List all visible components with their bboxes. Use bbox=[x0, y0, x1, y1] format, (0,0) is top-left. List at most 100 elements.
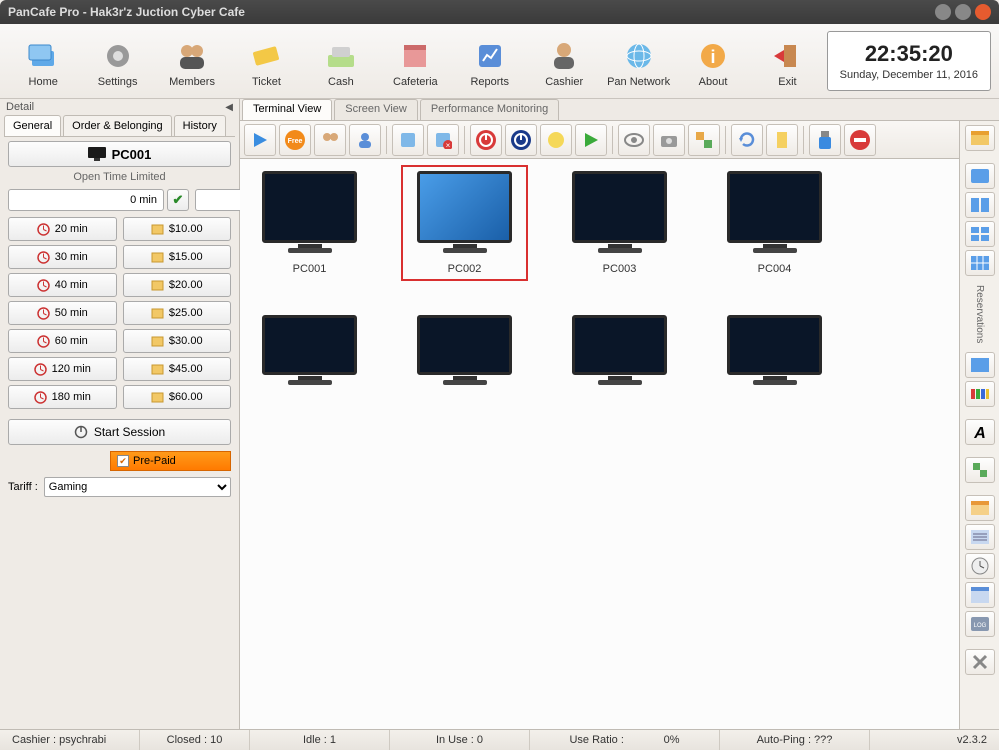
refresh-button[interactable] bbox=[731, 124, 763, 156]
preset-30min[interactable]: 30 min bbox=[8, 245, 117, 269]
free-button[interactable]: Free bbox=[279, 124, 311, 156]
svg-text:A: A bbox=[973, 425, 986, 441]
terminal-slot5[interactable] bbox=[407, 315, 522, 385]
status-inuse: In Use : 0 bbox=[390, 730, 530, 750]
status-ping: Auto-Ping : ??? bbox=[720, 730, 870, 750]
toolbar-about[interactable]: iAbout bbox=[678, 34, 748, 88]
side-log[interactable]: LOG bbox=[965, 611, 995, 637]
svg-text:×: × bbox=[446, 141, 451, 149]
users-button[interactable] bbox=[314, 124, 346, 156]
terminal-PC004[interactable]: PC004 bbox=[717, 171, 832, 275]
status-closed: Closed : 10 bbox=[140, 730, 250, 750]
preset-20min[interactable]: 20 min bbox=[8, 217, 117, 241]
usb-button[interactable] bbox=[809, 124, 841, 156]
gear-icon bbox=[100, 38, 136, 74]
minimize-button[interactable] bbox=[935, 4, 951, 20]
preset-10[interactable]: $10.00 bbox=[123, 217, 232, 241]
terminal-PC003[interactable]: PC003 bbox=[562, 171, 677, 275]
preset-180min[interactable]: 180 min bbox=[8, 385, 117, 409]
side-calendar[interactable] bbox=[965, 582, 995, 608]
detail-panel: Detail◀ General Order & Belonging Histor… bbox=[0, 99, 240, 729]
side-layout[interactable] bbox=[965, 125, 995, 151]
tab-order-belonging[interactable]: Order & Belonging bbox=[63, 115, 172, 136]
side-view4[interactable] bbox=[965, 250, 995, 276]
preset-120min[interactable]: 120 min bbox=[8, 357, 117, 381]
preset-60min[interactable]: 60 min bbox=[8, 329, 117, 353]
screenshot-button[interactable] bbox=[653, 124, 685, 156]
side-palette[interactable] bbox=[965, 381, 995, 407]
stop-button[interactable] bbox=[844, 124, 876, 156]
side-view2[interactable] bbox=[965, 192, 995, 218]
terminal-slot7[interactable] bbox=[717, 315, 832, 385]
clock-date: Sunday, December 11, 2016 bbox=[840, 69, 978, 81]
terminal-PC001[interactable]: PC001 bbox=[252, 171, 367, 275]
preset-50min[interactable]: 50 min bbox=[8, 301, 117, 325]
info-icon: i bbox=[695, 38, 731, 74]
home-icon bbox=[25, 38, 61, 74]
transfer-button[interactable] bbox=[688, 124, 720, 156]
cash-icon bbox=[323, 38, 359, 74]
run-button[interactable] bbox=[575, 124, 607, 156]
svg-text:Free: Free bbox=[288, 138, 303, 145]
tab-general[interactable]: General bbox=[4, 115, 61, 136]
restart-button[interactable] bbox=[505, 124, 537, 156]
selected-pc-header[interactable]: PC001 bbox=[8, 141, 231, 167]
preset-20[interactable]: $20.00 bbox=[123, 273, 232, 297]
tab-terminal-view[interactable]: Terminal View bbox=[242, 99, 332, 120]
clock-time: 22:35:20 bbox=[865, 41, 953, 67]
toolbar-settings[interactable]: Settings bbox=[82, 34, 152, 88]
tab-history[interactable]: History bbox=[174, 115, 226, 136]
tab-performance[interactable]: Performance Monitoring bbox=[420, 99, 559, 120]
side-font[interactable]: A bbox=[965, 419, 995, 445]
side-clock[interactable] bbox=[965, 553, 995, 579]
side-view3[interactable] bbox=[965, 221, 995, 247]
side-arrange[interactable] bbox=[965, 457, 995, 483]
blank-button[interactable] bbox=[392, 124, 424, 156]
members-icon bbox=[174, 38, 210, 74]
reservations-label[interactable]: Reservations bbox=[974, 285, 985, 343]
side-list[interactable] bbox=[965, 524, 995, 550]
play-button[interactable] bbox=[244, 124, 276, 156]
bookmark-button[interactable] bbox=[766, 124, 798, 156]
right-sidebar: Reservations A LOG bbox=[959, 121, 999, 729]
toolbar-exit[interactable]: Exit bbox=[752, 34, 822, 88]
tab-screen-view[interactable]: Screen View bbox=[334, 99, 418, 120]
shutdown-button[interactable] bbox=[470, 124, 502, 156]
closeblock-button[interactable]: × bbox=[427, 124, 459, 156]
preset-15[interactable]: $15.00 bbox=[123, 245, 232, 269]
side-view1[interactable] bbox=[965, 163, 995, 189]
view-button[interactable] bbox=[618, 124, 650, 156]
tariff-select[interactable]: Gaming bbox=[44, 477, 231, 497]
side-window[interactable] bbox=[965, 495, 995, 521]
toolbar-pan-network[interactable]: Pan Network bbox=[603, 34, 673, 88]
collapse-icon[interactable]: ◀ bbox=[225, 102, 233, 113]
toolbar-cashier[interactable]: Cashier bbox=[529, 34, 599, 88]
toolbar-ticket[interactable]: Ticket bbox=[231, 34, 301, 88]
toolbar-cash[interactable]: Cash bbox=[306, 34, 376, 88]
toolbar-members[interactable]: Members bbox=[157, 34, 227, 88]
preset-60[interactable]: $60.00 bbox=[123, 385, 232, 409]
start-session-button[interactable]: Start Session bbox=[8, 419, 231, 445]
terminal-PC002[interactable]: PC002 bbox=[407, 171, 522, 275]
preset-25[interactable]: $25.00 bbox=[123, 301, 232, 325]
toolbar-cafeteria[interactable]: Cafeteria bbox=[380, 34, 450, 88]
terminal-toolbar: Free × bbox=[240, 121, 959, 159]
terminal-slot6[interactable] bbox=[562, 315, 677, 385]
terminal-slot4[interactable] bbox=[252, 315, 367, 385]
minutes-input[interactable] bbox=[8, 189, 164, 211]
preset-30[interactable]: $30.00 bbox=[123, 329, 232, 353]
user-button[interactable] bbox=[349, 124, 381, 156]
side-view5[interactable] bbox=[965, 352, 995, 378]
prepaid-toggle[interactable]: ✔Pre-Paid bbox=[110, 451, 231, 471]
wakeup-button[interactable] bbox=[540, 124, 572, 156]
side-tools[interactable] bbox=[965, 649, 995, 675]
preset-45[interactable]: $45.00 bbox=[123, 357, 232, 381]
maximize-button[interactable] bbox=[955, 4, 971, 20]
ticket-icon bbox=[248, 38, 284, 74]
close-button[interactable] bbox=[975, 4, 991, 20]
svg-text:LOG: LOG bbox=[973, 623, 986, 629]
preset-40min[interactable]: 40 min bbox=[8, 273, 117, 297]
minutes-confirm[interactable]: ✔ bbox=[167, 189, 189, 211]
toolbar-home[interactable]: Home bbox=[8, 34, 78, 88]
toolbar-reports[interactable]: Reports bbox=[455, 34, 525, 88]
